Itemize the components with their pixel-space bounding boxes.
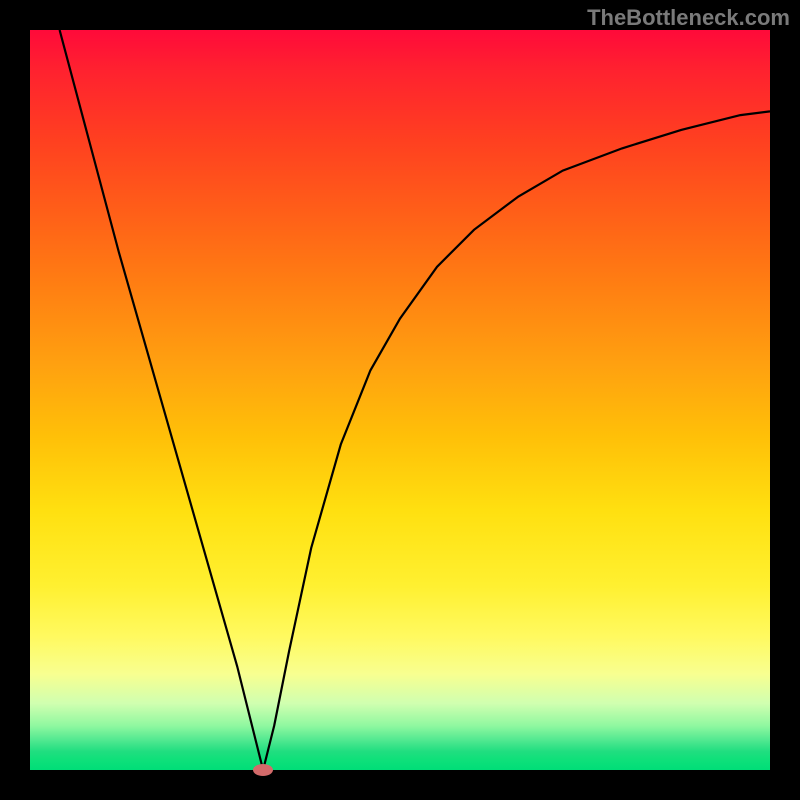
bottleneck-curve — [60, 30, 770, 770]
watermark: TheBottleneck.com — [587, 5, 790, 31]
chart-container: TheBottleneck.com — [0, 0, 800, 800]
plot-area — [30, 30, 770, 770]
minimum-marker — [253, 764, 273, 776]
curve-svg — [30, 30, 770, 770]
